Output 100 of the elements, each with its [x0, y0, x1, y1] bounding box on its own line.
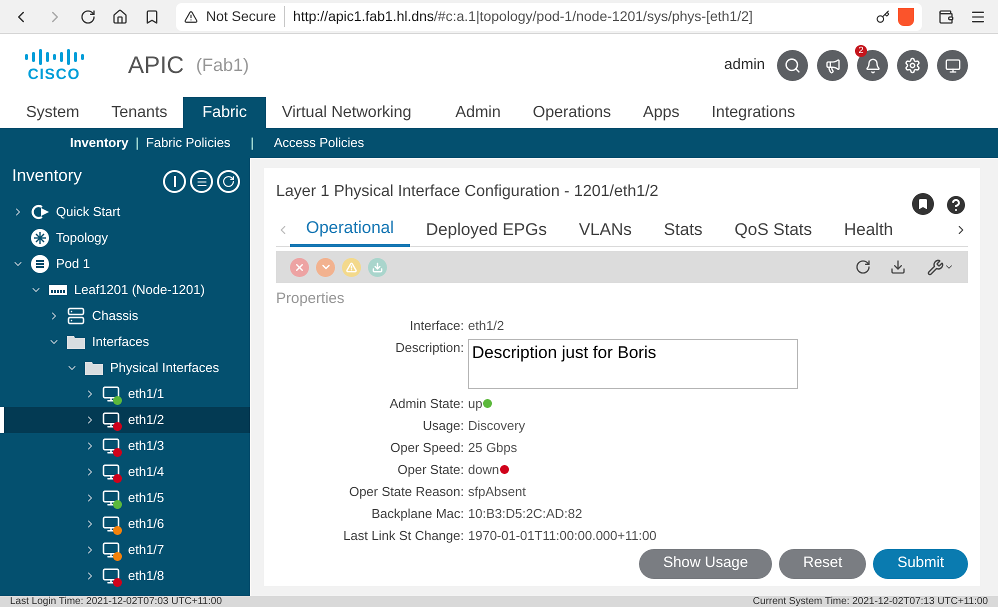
selection-indicator: [0, 407, 4, 433]
tree-item[interactable]: eth1/8: [0, 563, 250, 589]
fabric-name: (Fab1): [196, 54, 250, 77]
reload-icon[interactable]: [80, 8, 96, 24]
tree-label: Quick Start: [56, 203, 120, 222]
tree-label: eth1/8: [128, 567, 164, 586]
property-label: Admin State:: [388, 394, 465, 412]
tree-item[interactable]: eth1/7: [0, 537, 250, 563]
last-login-time: Last Login Time: 2021-12-02T07:03 UTC+11:00: [10, 596, 222, 607]
property-value: sfpAbsent: [468, 482, 526, 501]
sub-nav-link[interactable]: Fabric Policies: [146, 133, 230, 153]
tree-item[interactable]: Topology: [0, 225, 250, 251]
tree-item[interactable]: eth1/6: [0, 511, 250, 537]
address-bar[interactable]: Not Secure http://apic1.fab1.hl.dns/#c:a.1|topology/pod-1/node-1201/sys/phys-[eth1/2]: [176, 2, 922, 30]
tree-item[interactable]: Chassis: [0, 303, 250, 329]
tree-label: Pod 1: [56, 255, 90, 274]
tree-label: eth1/6: [128, 515, 164, 534]
tree-item[interactable]: Leaf1201 (Node-1201): [0, 277, 250, 303]
divider: |: [136, 134, 139, 152]
tree-item[interactable]: eth1/4: [0, 459, 250, 485]
section-title: Properties: [276, 289, 346, 309]
property-value: up: [468, 394, 482, 413]
monitor-icon: [102, 411, 120, 429]
settings-icon[interactable]: [897, 50, 928, 81]
property-value: 1970-01-01T11:00:00.000+11:00: [468, 526, 657, 544]
property-label: Backplane Mac:: [370, 504, 465, 523]
property-label: Oper State:: [396, 460, 465, 479]
description-field[interactable]: Description just for Boris: [468, 338, 798, 388]
nav-tab[interactable]: Fabric: [183, 97, 266, 128]
tree-label: Topology: [56, 229, 108, 248]
tree-item[interactable]: eth1/5: [0, 485, 250, 511]
list-icon[interactable]: [190, 170, 213, 193]
notification-badge: 2: [855, 45, 867, 57]
panel-tab[interactable]: QoS Stats: [718, 212, 828, 246]
property-label: Description:: [394, 338, 465, 357]
current-system-time: Current System Time: 2021-12-02T07:13 UTC+11:00: [752, 596, 988, 607]
monitor-icon: [102, 541, 120, 559]
tree-item[interactable]: eth1/2: [0, 407, 250, 433]
switch-icon: [49, 285, 67, 295]
tree-label: Interfaces: [92, 333, 150, 352]
tree-item[interactable]: Physical Interfaces: [0, 355, 250, 381]
monitor-icon: [102, 437, 120, 455]
menu-icon[interactable]: [970, 8, 986, 24]
security-label: Not Secure: [206, 6, 286, 27]
home-icon[interactable]: [112, 8, 128, 24]
monitor-icon[interactable]: [937, 50, 968, 81]
app-name: APIC: [128, 50, 184, 80]
property-value: Discovery: [468, 416, 526, 435]
panel-title: Layer 1 Physical Interface Configuration - 1201/eth1/2: [276, 182, 658, 202]
panel-tab[interactable]: Stats: [648, 212, 719, 246]
tree-item[interactable]: Pod 1: [0, 251, 250, 277]
panel-tab[interactable]: Health: [828, 212, 910, 246]
sub-nav-link[interactable]: Inventory: [70, 133, 129, 153]
tree-label: eth1/3: [128, 437, 164, 456]
folder-icon: [67, 335, 85, 349]
logo-bars-icon: [23, 48, 85, 66]
secondary-button[interactable]: Show Usage: [639, 548, 772, 578]
search-icon[interactable]: [777, 50, 808, 81]
tree-label: eth1/4: [128, 463, 164, 482]
key-icon[interactable]: [876, 10, 890, 24]
stack-circle-icon: [31, 255, 49, 273]
submit-button[interactable]: Submit: [873, 548, 968, 578]
tree-label: Physical Interfaces: [110, 359, 220, 378]
tree-label: eth1/5: [128, 489, 164, 508]
download-icon[interactable]: [890, 259, 906, 275]
bookmark-icon[interactable]: [144, 8, 160, 24]
help-icon[interactable]: [944, 193, 968, 217]
property-label: Interface:: [408, 316, 465, 334]
chassis-icon: [67, 307, 85, 325]
secondary-button[interactable]: Reset: [779, 548, 866, 578]
megaphone-icon[interactable]: [817, 50, 848, 81]
property-value: 10:B3:D5:2C:AD:82: [468, 504, 582, 522]
panel-tab[interactable]: Deployed EPGs: [410, 212, 563, 246]
property-value: down: [468, 460, 500, 478]
divider: |: [250, 134, 254, 152]
tree-label: eth1/7: [128, 541, 164, 560]
tree-item[interactable]: eth1/3: [0, 433, 250, 459]
property-label: Usage:: [422, 416, 465, 435]
monitor-icon: [102, 463, 120, 481]
tools-dropdown-icon[interactable]: [927, 258, 954, 276]
tree-item[interactable]: Interfaces: [0, 329, 250, 355]
tree-label: eth1/2: [128, 411, 164, 430]
monitor-icon: [102, 489, 120, 507]
user-name[interactable]: admin: [724, 54, 765, 77]
tree-label: eth1/1: [128, 385, 164, 404]
logo-text: CISCO: [28, 66, 80, 84]
monitor-icon: [102, 515, 120, 533]
tree-item[interactable]: Quick Start: [0, 199, 250, 225]
property-label: Oper State Reason:: [348, 482, 465, 501]
refresh-icon[interactable]: [855, 259, 871, 275]
tree-item[interactable]: eth1/1: [0, 381, 250, 407]
folder-icon: [85, 361, 103, 375]
bookmark-icon[interactable]: [912, 193, 934, 215]
tree-label: Leaf1201 (Node-1201): [74, 281, 205, 300]
network-node-icon: [31, 229, 49, 247]
wallet-icon[interactable]: [938, 8, 954, 24]
property-value: eth1/2: [468, 316, 504, 334]
panel-tab[interactable]: VLANs: [562, 212, 648, 246]
sub-nav-link[interactable]: Access Policies: [274, 133, 364, 153]
panel-tab[interactable]: Operational: [290, 212, 410, 246]
